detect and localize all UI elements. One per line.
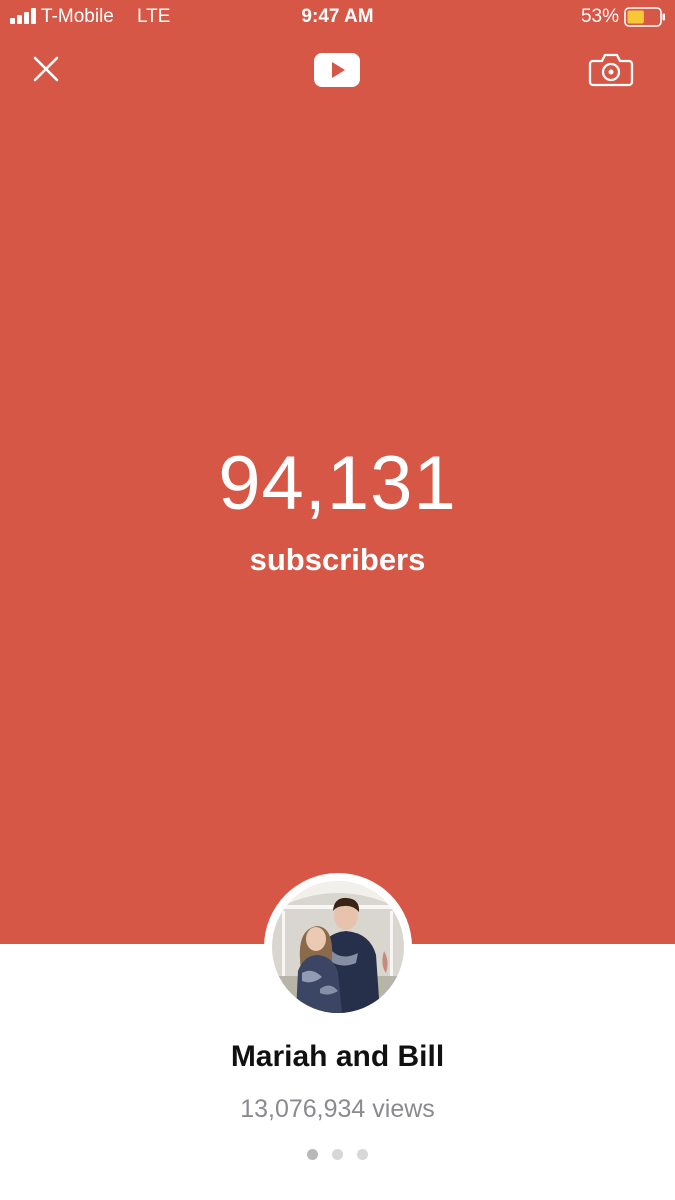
subscriber-count: 94,131 <box>218 441 457 526</box>
screen: T-Mobile LTE 9:47 AM 53% 94,131 subscrib… <box>0 0 675 1200</box>
camera-icon <box>588 53 634 87</box>
camera-button[interactable] <box>588 50 634 90</box>
channel-avatar[interactable] <box>264 873 412 1021</box>
page-dot[interactable] <box>357 1149 368 1160</box>
battery-icon <box>624 7 665 27</box>
page-indicator <box>0 1147 675 1161</box>
page-dot[interactable] <box>332 1149 343 1160</box>
channel-avatar-photo <box>272 881 404 1013</box>
youtube-logo-icon <box>314 53 360 87</box>
status-time: 9:47 AM <box>301 6 374 27</box>
subscriber-label: subscribers <box>249 542 426 577</box>
page-dot[interactable] <box>307 1149 318 1160</box>
battery-percent: 53% <box>580 6 619 27</box>
channel-name: Mariah and Bill <box>230 1040 445 1073</box>
channel-views: 13,076,934 views <box>240 1095 435 1123</box>
close-icon <box>33 56 59 82</box>
close-button[interactable] <box>26 49 66 89</box>
status-bar: T-Mobile LTE 9:47 AM 53% <box>0 0 675 36</box>
